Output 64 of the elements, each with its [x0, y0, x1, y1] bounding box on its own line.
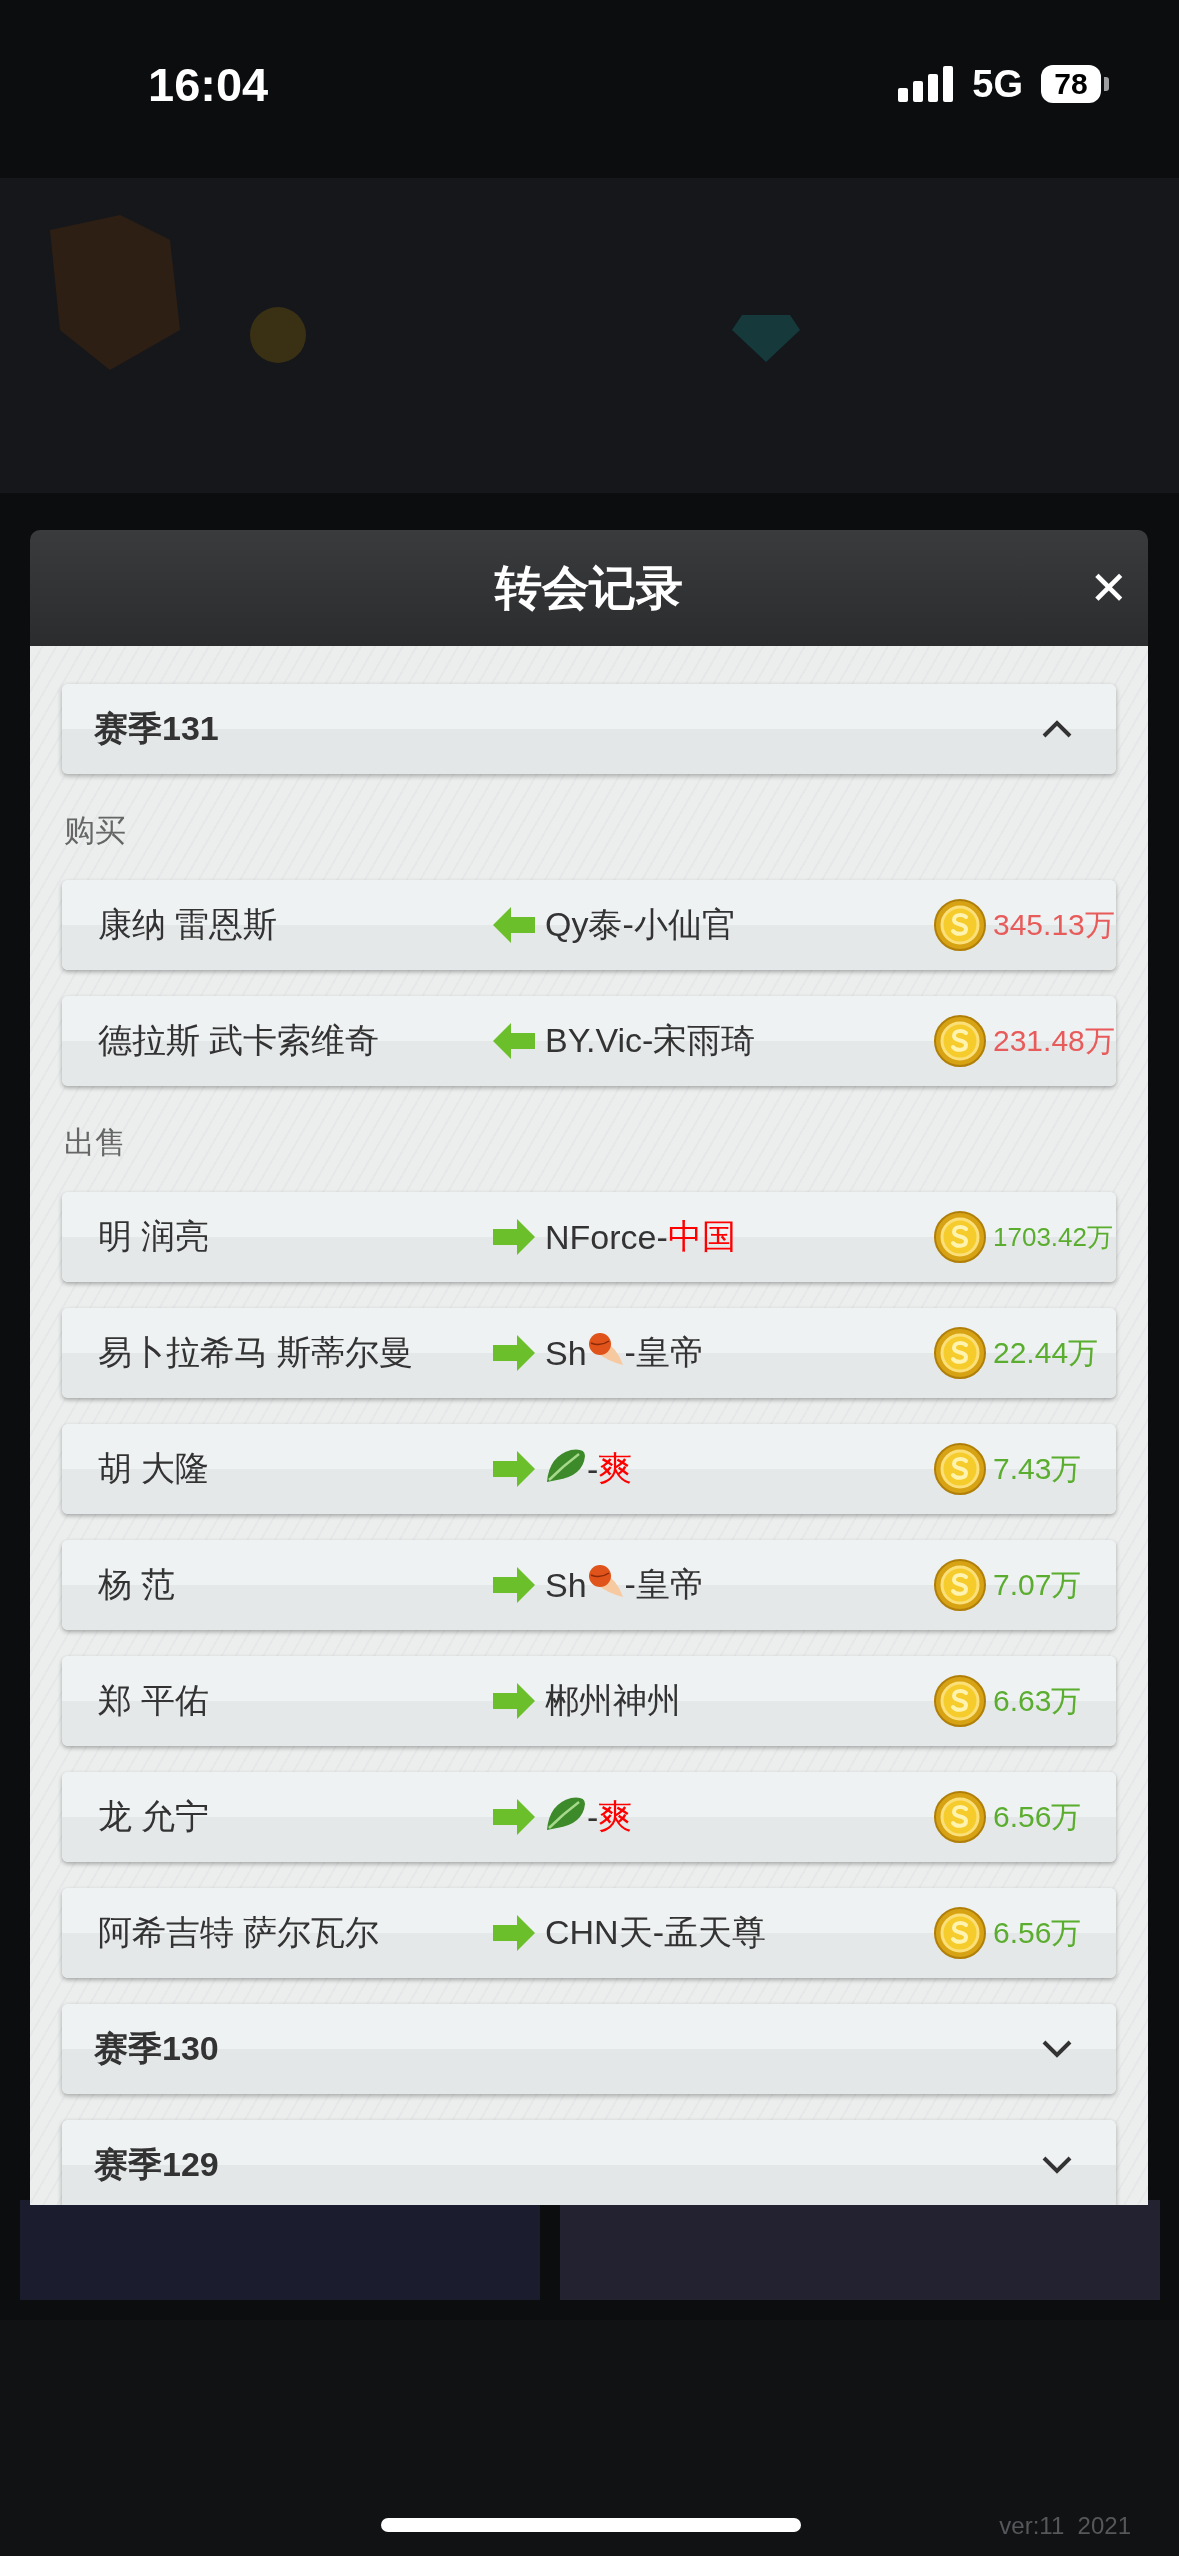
team-name: Qy泰-小仙官	[545, 904, 736, 945]
modal-title: 转会记录	[495, 559, 683, 616]
price: 22.44万	[993, 1334, 1099, 1371]
coin-icon	[933, 1906, 987, 1960]
fireball-icon	[586, 1331, 625, 1367]
dimmed-coin-icon	[250, 307, 306, 363]
coin-icon	[933, 1558, 987, 1612]
coin-icon	[933, 1674, 987, 1728]
left-arrow-icon	[493, 907, 535, 943]
price: 7.43万	[993, 1450, 1082, 1487]
section-label: 购买	[63, 812, 127, 850]
price: 6.63万	[993, 1682, 1082, 1719]
close-button[interactable]: ✕	[1085, 560, 1132, 616]
player-name: 明 润亮	[98, 1216, 211, 1257]
price: 6.56万	[993, 1798, 1082, 1835]
network-label: 5G	[972, 62, 1023, 106]
team-name: NForce-中国	[545, 1216, 736, 1258]
price: 6.56万	[993, 1914, 1082, 1951]
price: 345.13万	[993, 906, 1115, 943]
signal-icon	[898, 66, 955, 102]
expand-chevron-icon	[1042, 2040, 1072, 2058]
team-name: 郴州神州	[545, 1680, 681, 1721]
collapse-chevron-icon	[1042, 720, 1072, 738]
dimmed-gem-icon	[732, 315, 800, 362]
season-header[interactable]: 赛季131	[62, 684, 1116, 774]
right-arrow-icon	[493, 1335, 535, 1371]
price: 231.48万	[993, 1022, 1115, 1059]
season-header[interactable]: 赛季130	[62, 2004, 1116, 2094]
price: 1703.42万	[993, 1220, 1113, 1254]
clock: 16:04	[148, 56, 269, 112]
player-name: 易卜拉希马 斯蒂尔曼	[98, 1332, 415, 1373]
player-name: 德拉斯 武卡索维奇	[98, 1020, 381, 1061]
team-name: -爽	[545, 1446, 633, 1492]
coin-icon	[933, 898, 987, 952]
fireball-icon	[586, 1563, 625, 1599]
right-arrow-icon	[493, 1567, 535, 1603]
right-arrow-icon	[493, 1915, 535, 1951]
player-name: 胡 大隆	[98, 1448, 211, 1489]
right-arrow-icon	[493, 1683, 535, 1719]
right-arrow-icon	[493, 1799, 535, 1835]
team-name: -爽	[545, 1794, 633, 1840]
team-name: Sh -皇帝	[545, 1330, 704, 1374]
right-arrow-icon	[493, 1219, 535, 1255]
player-name: 郑 平佑	[98, 1680, 211, 1721]
right-arrow-icon	[493, 1451, 535, 1487]
price: 7.07万	[993, 1566, 1082, 1603]
player-name: 龙 允宁	[98, 1796, 211, 1837]
section-label: 出售	[63, 1124, 127, 1162]
coin-icon	[933, 1326, 987, 1380]
coin-icon	[933, 1014, 987, 1068]
left-arrow-icon	[493, 1023, 535, 1059]
battery-icon: 78	[1041, 65, 1101, 103]
version-label: ver:11 2021	[999, 2512, 1131, 2540]
coin-icon	[933, 1790, 987, 1844]
player-name: 阿希吉特 萨尔瓦尔	[98, 1912, 381, 1953]
coin-icon	[933, 1210, 987, 1264]
season-header[interactable]: 赛季129	[62, 2120, 1116, 2205]
team-name: BY.Vic-宋雨琦	[545, 1020, 756, 1061]
expand-chevron-icon	[1042, 2156, 1072, 2174]
player-name: 杨 范	[98, 1564, 177, 1605]
team-name: Sh -皇帝	[545, 1562, 704, 1606]
coin-icon	[933, 1442, 987, 1496]
team-name: CHN天-孟天尊	[545, 1912, 766, 1953]
player-name: 康纳 雷恩斯	[98, 904, 279, 945]
